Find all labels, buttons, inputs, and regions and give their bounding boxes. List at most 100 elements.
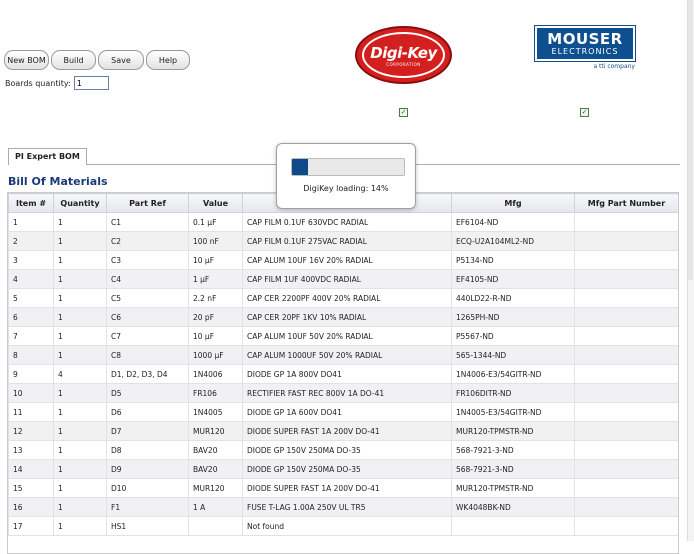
- table-row[interactable]: 17 1 HS1 Not found: [8, 516, 678, 536]
- table-cell: 2: [8, 231, 54, 251]
- tab-pi-expert-bom[interactable]: PI Expert BOM: [8, 148, 87, 165]
- table-cell: 10: [8, 383, 54, 403]
- table-cell: [574, 250, 678, 270]
- table-row[interactable]: 4 1 C4 1 µF CAP FILM 1UF 400VDC RADIAL EF4105…: [8, 269, 678, 289]
- table-cell: EF6104-ND: [451, 212, 575, 232]
- table-cell: 1000 µF: [188, 345, 243, 365]
- col-mfg-part-number[interactable]: Mfg Part Number: [574, 193, 678, 213]
- digikey-logo-sub: CORPORATION: [386, 61, 421, 67]
- table-cell: 1: [53, 269, 107, 289]
- table-row[interactable]: 12 1 D7 MUR120 DIODE SUPER FAST 1A 200V DO-4…: [8, 421, 678, 441]
- table-row[interactable]: 8 1 C8 1000 µF CAP ALUM 1000UF 50V 20% RADIA…: [8, 345, 678, 365]
- table-cell: BAV20: [188, 440, 243, 460]
- table-cell: ECQ-U2A104ML2-ND: [451, 231, 575, 251]
- table-cell: 3: [8, 250, 54, 270]
- table-cell: 16: [8, 497, 54, 517]
- table-cell: D7: [106, 421, 189, 441]
- table-row[interactable]: 16 1 F1 1 A FUSE T-LAG 1.00A 250V UL TR5 WK40…: [8, 497, 678, 517]
- table-cell: 10 µF: [188, 326, 243, 346]
- table-row[interactable]: 15 1 D10 MUR120 DIODE SUPER FAST 1A 200V DO-…: [8, 478, 678, 498]
- table-cell: 1: [53, 326, 107, 346]
- table-cell: D10: [106, 478, 189, 498]
- table-cell: [188, 516, 243, 536]
- table-cell: EF4105-ND: [451, 269, 575, 289]
- table-cell: 1 µF: [188, 269, 243, 289]
- col-value[interactable]: Value: [188, 193, 243, 213]
- mouser-logo: MOUSER ELECTRONICS a tti company: [534, 25, 636, 70]
- table-cell: [574, 326, 678, 346]
- page-scrollbar-thumb[interactable]: [688, 0, 693, 280]
- mouser-logo-line3: a tti company: [593, 63, 635, 70]
- table-cell: FR106: [188, 383, 243, 403]
- table-cell: D9: [106, 459, 189, 479]
- table-cell: C8: [106, 345, 189, 365]
- page-scrollbar[interactable]: [687, 0, 694, 541]
- table-cell: FUSE T-LAG 1.00A 250V UL TR5: [242, 497, 452, 517]
- table-row[interactable]: 3 1 C3 10 µF CAP ALUM 10UF 16V 20% RADIAL P51…: [8, 250, 678, 270]
- table-cell: CAP CER 20PF 1KV 10% RADIAL: [242, 307, 452, 327]
- table-cell: C1: [106, 212, 189, 232]
- table-cell: 2.2 nF: [188, 288, 243, 308]
- table-cell: 1: [53, 497, 107, 517]
- table-cell: DIODE GP 150V 250MA DO-35: [242, 459, 452, 479]
- table-cell: 1: [53, 345, 107, 365]
- new-bom-button[interactable]: New BOM: [4, 50, 49, 70]
- mouser-checkbox[interactable]: ✓: [580, 108, 589, 117]
- col-item[interactable]: Item #: [8, 193, 54, 213]
- digikey-checkbox[interactable]: ✓: [399, 108, 408, 117]
- table-cell: MUR120: [188, 421, 243, 441]
- col-quantity[interactable]: Quantity: [53, 193, 107, 213]
- table-cell: 1: [8, 212, 54, 232]
- table-cell: 568-7921-3-ND: [451, 440, 575, 460]
- table-cell: [574, 288, 678, 308]
- table-row[interactable]: 14 1 D9 BAV20 DIODE GP 150V 250MA DO-35 568-7…: [8, 459, 678, 479]
- table-cell: [574, 345, 678, 365]
- table-row[interactable]: 9 4 D1, D2, D3, D4 1N4006 DIODE GP 1A 800V D…: [8, 364, 678, 384]
- table-cell: C4: [106, 269, 189, 289]
- table-row[interactable]: 6 1 C6 20 pF CAP CER 20PF 1KV 10% RADIAL 1265…: [8, 307, 678, 327]
- table-cell: CAP FILM 1UF 400VDC RADIAL: [242, 269, 452, 289]
- mouser-logo-line1: MOUSER: [547, 30, 623, 48]
- table-cell: 1: [53, 383, 107, 403]
- table-cell: 15: [8, 478, 54, 498]
- table-cell: 100 nF: [188, 231, 243, 251]
- table-cell: 14: [8, 459, 54, 479]
- table-cell: F1: [106, 497, 189, 517]
- table-row[interactable]: 1 1 C1 0.1 µF CAP FILM 0.1UF 630VDC RADIAL EF…: [8, 212, 678, 232]
- table-cell: D8: [106, 440, 189, 460]
- table-cell: 10 µF: [188, 250, 243, 270]
- loading-text: DigiKey loading: 14%: [303, 184, 389, 193]
- table-row[interactable]: 5 1 C5 2.2 nF CAP CER 2200PF 400V 20% RADIAL…: [8, 288, 678, 308]
- table-cell: [574, 307, 678, 327]
- table-cell: [574, 364, 678, 384]
- table-cell: [451, 516, 575, 536]
- table-cell: [574, 478, 678, 498]
- table-row[interactable]: 11 1 D6 1N4005 DIODE GP 1A 600V DO41 1N4005-E…: [8, 402, 678, 422]
- table-cell: WK4048BK-ND: [451, 497, 575, 517]
- bom-table-container: Item # Quantity Part Ref Value Mfg Mfg P…: [7, 192, 679, 554]
- col-mfg[interactable]: Mfg: [451, 193, 575, 213]
- table-row[interactable]: 10 1 D5 FR106 RECTIFIER FAST REC 800V 1A DO-…: [8, 383, 678, 403]
- table-row[interactable]: 2 1 C2 100 nF CAP FILM 0.1UF 275VAC RADIAL EC…: [8, 231, 678, 251]
- table-row[interactable]: 13 1 D8 BAV20 DIODE GP 150V 250MA DO-35 568-7…: [8, 440, 678, 460]
- boards-quantity-input[interactable]: [73, 76, 109, 90]
- table-cell: [574, 383, 678, 403]
- table-cell: 1N4006: [188, 364, 243, 384]
- table-cell: 1: [53, 478, 107, 498]
- loading-progress-bar: [291, 158, 405, 176]
- table-cell: CAP ALUM 10UF 50V 20% RADIAL: [242, 326, 452, 346]
- table-cell: 1: [53, 212, 107, 232]
- table-cell: 1: [53, 231, 107, 251]
- table-cell: 9: [8, 364, 54, 384]
- table-cell: 1N4005: [188, 402, 243, 422]
- table-row[interactable]: 7 1 C7 10 µF CAP ALUM 10UF 50V 20% RADIAL P55…: [8, 326, 678, 346]
- build-button[interactable]: Build: [51, 50, 96, 70]
- help-button[interactable]: Help: [146, 50, 190, 70]
- boards-quantity: Boards quantity:: [5, 76, 109, 90]
- table-cell: 5: [8, 288, 54, 308]
- table-cell: BAV20: [188, 459, 243, 479]
- table-cell: HS1: [106, 516, 189, 536]
- table-cell: [574, 421, 678, 441]
- col-part-ref[interactable]: Part Ref: [106, 193, 189, 213]
- save-button[interactable]: Save: [98, 50, 144, 70]
